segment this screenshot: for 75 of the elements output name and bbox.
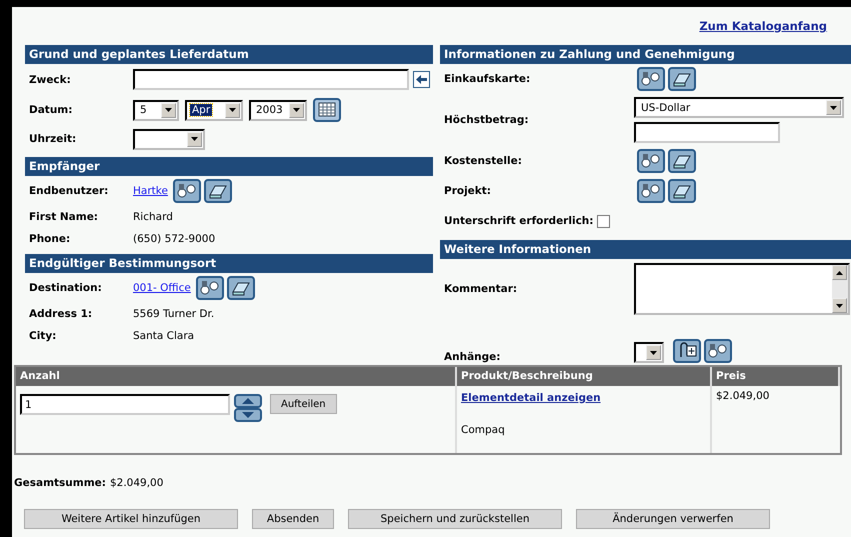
section-header: Informationen zu Zahlung und Genehmigung: [440, 45, 851, 64]
dropdown[interactable]: Apr: [185, 100, 243, 120]
caret-down-icon[interactable]: [191, 137, 198, 141]
binoculars-icon[interactable]: [637, 67, 665, 91]
field-value: Santa Clara: [133, 330, 194, 342]
field-label: Projekt:: [444, 185, 492, 197]
field-label: Uhrzeit:: [29, 133, 78, 145]
dropdown[interactable]: 5: [133, 100, 179, 120]
eraser-icon[interactable]: [226, 276, 255, 300]
binoculars-icon[interactable]: [637, 179, 665, 203]
action-button[interactable]: Absenden: [252, 509, 334, 529]
field-label: City:: [29, 330, 58, 342]
checkbox[interactable]: [597, 214, 610, 228]
field-label: Kostenstelle:: [444, 155, 523, 167]
field-label: Datum:: [29, 104, 74, 116]
column-header: Preis: [712, 367, 840, 386]
field-value: 5569 Turner Dr.: [133, 308, 214, 320]
field-label: Einkaufskarte:: [444, 73, 532, 85]
binoculars-icon[interactable]: [196, 276, 224, 300]
section-header: Grund und geplantes Lieferdatum: [25, 45, 433, 64]
input-field[interactable]: [133, 69, 409, 90]
eraser-icon[interactable]: [204, 179, 232, 203]
description: Compaq: [461, 424, 505, 436]
calendar-icon[interactable]: [313, 98, 341, 122]
caret-down-icon[interactable]: [165, 108, 172, 112]
action-button[interactable]: Änderungen verwerfen: [576, 509, 770, 529]
price: $2.049,00: [716, 390, 770, 402]
field-label: First Name:: [29, 211, 100, 223]
field-label: Phone:: [29, 233, 72, 245]
action-button[interactable]: Speichern und zurückstellen: [348, 509, 562, 529]
caret-down-icon[interactable]: [650, 350, 657, 354]
field-label: Address 1:: [29, 308, 94, 320]
field-label: Unterschrift erforderlich:: [444, 215, 594, 227]
eraser-icon[interactable]: [668, 179, 696, 203]
arrow-left-icon[interactable]: [413, 71, 430, 88]
total-label: Gesamtsumme:: [14, 477, 106, 489]
column-header: Anzahl: [16, 367, 457, 386]
eraser-icon[interactable]: [668, 149, 696, 173]
binoculars-icon[interactable]: [172, 179, 201, 203]
caret-down-icon[interactable]: [293, 108, 300, 112]
caret-down-icon[interactable]: [830, 106, 837, 110]
user-link[interactable]: 001- Office: [133, 282, 191, 294]
comment-field[interactable]: [634, 263, 850, 315]
dropdown[interactable]: [133, 128, 205, 150]
action-button[interactable]: Weitere Artikel hinzufügen: [24, 509, 238, 529]
section-header: Endgültiger Bestimmungsort: [25, 254, 433, 273]
dropdown[interactable]: US-Dollar: [634, 97, 844, 118]
spinner-icon[interactable]: [234, 394, 262, 422]
caret-up-icon[interactable]: [836, 270, 843, 274]
total-value: $2.049,00: [110, 477, 164, 489]
section-header: Weitere Informationen: [440, 240, 851, 259]
detail-link[interactable]: Elementdetail anzeigen: [461, 392, 601, 404]
binoculars-icon[interactable]: [637, 149, 665, 173]
quantity-field[interactable]: 1: [20, 394, 230, 415]
field-label: Zweck:: [29, 74, 72, 86]
column-header: Produkt/Beschreibung: [457, 367, 712, 386]
field-value: (650) 572-9000: [133, 233, 216, 245]
amount-field[interactable]: [634, 122, 780, 143]
caret-down-icon[interactable]: [229, 108, 236, 112]
catalog-link[interactable]: Zum Kataloganfang: [699, 19, 827, 33]
field-label: Destination:: [29, 282, 103, 294]
dropdown[interactable]: [634, 342, 664, 363]
eraser-icon[interactable]: [668, 67, 696, 91]
field-label: Endbenutzer:: [29, 185, 110, 197]
split-button[interactable]: Aufteilen: [270, 394, 337, 414]
user-link[interactable]: Hartke: [133, 185, 168, 197]
field-value: Richard: [133, 211, 173, 223]
field-label: Anhänge:: [444, 351, 502, 363]
field-label: Kommentar:: [444, 283, 518, 295]
field-label: Höchstbetrag:: [444, 114, 530, 126]
caret-down-icon[interactable]: [836, 304, 843, 308]
section-header: Empfänger: [25, 157, 433, 176]
binoculars-icon[interactable]: [704, 339, 732, 363]
paperclip-icon[interactable]: [673, 339, 701, 363]
dropdown[interactable]: 2003: [249, 100, 307, 120]
